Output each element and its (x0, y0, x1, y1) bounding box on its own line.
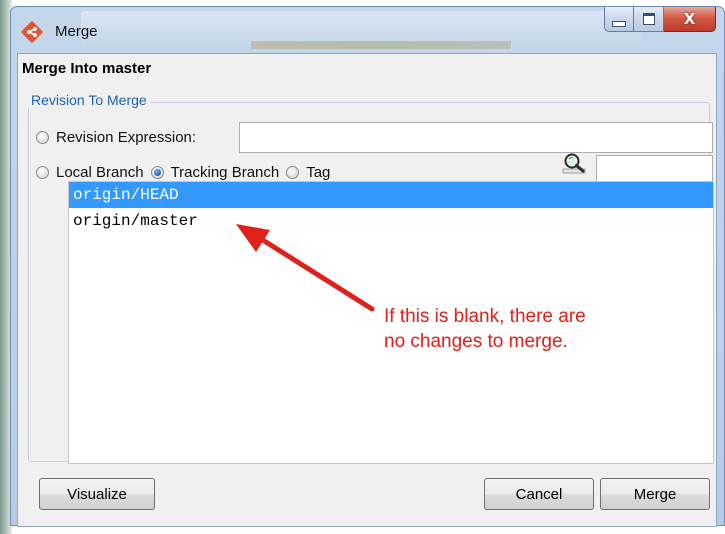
dialog-header: Merge Into master (22, 60, 152, 77)
minimize-button[interactable] (604, 7, 634, 32)
title-bar-glass (81, 11, 641, 49)
maximize-icon (642, 13, 655, 25)
revision-expression-input[interactable] (239, 122, 713, 153)
visualize-button[interactable]: Visualize (39, 478, 155, 510)
close-icon: X (683, 10, 696, 28)
group-title: Revision To Merge (28, 92, 150, 108)
title-bar[interactable]: Merge X (11, 7, 724, 53)
cancel-button[interactable]: Cancel (484, 478, 594, 510)
local-branch-radio[interactable] (36, 166, 49, 179)
close-button[interactable]: X (664, 7, 716, 32)
revision-expression-radio[interactable] (36, 131, 49, 144)
annotation-line-2: no changes to merge. (384, 331, 568, 352)
local-branch-label: Local Branch (56, 164, 144, 181)
minimize-icon (612, 20, 626, 27)
git-diamond-icon (21, 21, 43, 43)
list-item-origin-master[interactable]: origin/master (69, 208, 713, 234)
branch-type-row: Local Branch Tracking Branch Tag (36, 164, 330, 181)
merge-button[interactable]: Merge (600, 478, 710, 510)
annotation-note: If this is blank, there are no changes t… (384, 304, 684, 354)
window-title: Merge (55, 23, 98, 40)
tag-radio[interactable] (286, 166, 300, 179)
tag-label: Tag (306, 164, 331, 181)
window-controls: X (604, 7, 716, 33)
revision-expression-row: Revision Expression: (36, 129, 196, 146)
merge-dialog-window: Merge X Merge Into master Revision To Me… (10, 6, 725, 527)
search-icon[interactable] (562, 152, 586, 174)
tracking-branch-label: Tracking Branch (170, 164, 280, 181)
maximize-button[interactable] (634, 7, 664, 32)
annotation-line-1: If this is blank, there are (384, 306, 586, 327)
list-item-origin-head[interactable]: origin/HEAD (69, 182, 713, 208)
tracking-branch-radio[interactable] (150, 166, 164, 179)
revision-expression-label: Revision Expression: (56, 129, 197, 146)
